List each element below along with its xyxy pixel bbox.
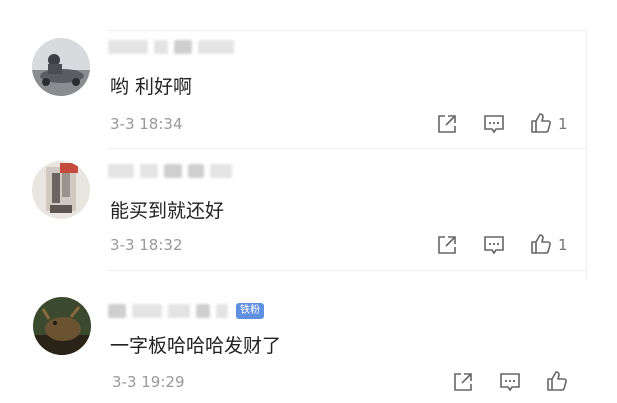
thumbs-up-icon[interactable] — [530, 112, 552, 134]
comment-date: 3-3 19:29 — [112, 373, 185, 391]
comment-icon[interactable] — [483, 234, 505, 256]
like-count: 1 — [558, 115, 568, 133]
top-divider — [108, 30, 588, 31]
avatar[interactable] — [32, 38, 90, 96]
comment-date: 3-3 18:34 — [110, 115, 183, 133]
username-blurred[interactable] — [108, 37, 234, 57]
comment-icon[interactable] — [499, 371, 521, 393]
comment-text: 哟 利好啊 — [110, 76, 193, 98]
username-blurred[interactable] — [108, 161, 232, 181]
comment-date: 3-3 18:32 — [110, 236, 183, 254]
username-blurred[interactable]: 铁粉 — [108, 301, 264, 321]
comment-text: 一字板哈哈哈发财了 — [110, 335, 282, 357]
comment-icon[interactable] — [483, 113, 505, 135]
fan-badge: 铁粉 — [236, 303, 264, 319]
avatar[interactable] — [33, 297, 91, 355]
divider — [108, 270, 586, 271]
share-icon[interactable] — [436, 113, 458, 135]
share-icon[interactable] — [452, 371, 474, 393]
like-count: 1 — [558, 236, 568, 254]
thumbs-up-icon[interactable] — [546, 370, 568, 392]
comment-text: 能买到就还好 — [110, 200, 225, 222]
avatar[interactable] — [32, 161, 90, 219]
divider — [108, 148, 586, 149]
thumbs-up-icon[interactable] — [530, 233, 552, 255]
share-icon[interactable] — [436, 234, 458, 256]
right-edge-divider — [586, 30, 587, 280]
